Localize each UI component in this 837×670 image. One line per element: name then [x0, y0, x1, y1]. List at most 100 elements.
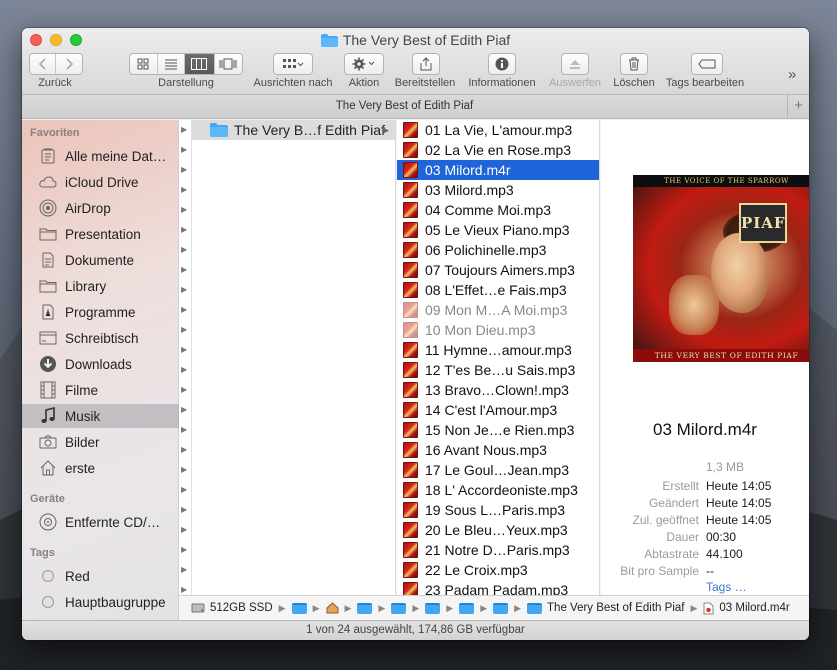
disclosure-arrow-icon[interactable]: ▶	[181, 245, 187, 254]
file-row[interactable]: 12 T'es Be…u Sais.mp3	[397, 360, 599, 380]
disclosure-arrow-icon[interactable]: ▶	[181, 385, 187, 394]
file-row[interactable]: 04 Comme Moi.mp3	[397, 200, 599, 220]
tab-title[interactable]: The Very Best of Edith Piaf	[22, 100, 787, 112]
file-row[interactable]: 02 La Vie en Rose.mp3	[397, 140, 599, 160]
file-row[interactable]: 16 Avant Nous.mp3	[397, 440, 599, 460]
disclosure-arrow-icon[interactable]: ▶	[181, 165, 187, 174]
disclosure-arrow-icon[interactable]: ▶	[181, 485, 187, 494]
sidebar-item-downloads[interactable]: Downloads	[22, 352, 179, 376]
disclosure-arrow-icon[interactable]: ▶	[181, 305, 187, 314]
disclosure-arrow-icon[interactable]: ▶	[181, 325, 187, 334]
sidebar-item-remote-disc[interactable]: Entfernte CD/…	[22, 510, 179, 534]
back-button[interactable]	[30, 54, 57, 74]
file-name: 04 Comme Moi.mp3	[425, 202, 552, 218]
disclosure-arrow-icon[interactable]: ▶	[181, 185, 187, 194]
sidebar-tag-red[interactable]: Red	[22, 564, 179, 588]
disclosure-arrow-icon[interactable]: ▶	[181, 265, 187, 274]
file-row[interactable]: 13 Bravo…Clown!.mp3	[397, 380, 599, 400]
disclosure-arrow-icon[interactable]: ▶	[181, 125, 187, 134]
disclosure-arrow-icon[interactable]: ▶	[181, 145, 187, 154]
sidebar-item-pictures[interactable]: Bilder	[22, 430, 179, 454]
icon-view-button[interactable]	[130, 54, 158, 74]
path-album-folder[interactable]: The Very Best of Edith Piaf	[527, 602, 684, 614]
disclosure-arrow-icon[interactable]: ▶	[181, 525, 187, 534]
sidebar-item-icloud[interactable]: iCloud Drive	[22, 170, 179, 194]
file-row[interactable]: 05 Le Vieux Piano.mp3	[397, 220, 599, 240]
file-row[interactable]: 03 Milord.m4r	[397, 160, 599, 180]
disclosure-arrow-icon[interactable]: ▶	[181, 365, 187, 374]
add-tags-link[interactable]: Tags …	[706, 580, 747, 594]
file-row[interactable]: 18 L' Accordeoniste.mp3	[397, 480, 599, 500]
disclosure-arrow-icon[interactable]: ▶	[181, 445, 187, 454]
column-root[interactable]: ▶ ▶ ▶ ▶ ▶ ▶ ▶ ▶ ▶ ▶ ▶ ▶ ▶ ▶ ▶ ▶ ▶ ▶ ▶ ▶ ▶ ▶ ▶ ▶	[179, 120, 192, 595]
column-view-button[interactable]	[185, 54, 215, 74]
sidebar-item-home[interactable]: erste	[22, 456, 179, 480]
path-file[interactable]: 03 Milord.m4r	[703, 602, 790, 615]
file-row[interactable]: 06 Polichinelle.mp3	[397, 240, 599, 260]
path-disk[interactable]: 512GB SSD	[191, 602, 273, 614]
path-folder-d[interactable]	[493, 602, 509, 614]
file-row[interactable]: 23 Padam Padam.mp3	[397, 580, 599, 595]
delete-button[interactable]	[620, 53, 648, 75]
disclosure-arrow-icon[interactable]: ▶	[181, 225, 187, 234]
path-music[interactable]	[357, 602, 373, 614]
disclosure-arrow-icon[interactable]: ▶	[181, 425, 187, 434]
disclosure-arrow-icon[interactable]: ▶	[181, 345, 187, 354]
sidebar-header-favorites: Favoriten	[30, 127, 80, 139]
toolbar-overflow-button[interactable]: »	[788, 66, 796, 83]
folder-row[interactable]: The Very B…f Edith Piaf ▶	[192, 120, 395, 140]
disclosure-arrow-icon[interactable]: ▶	[181, 205, 187, 214]
file-row[interactable]: 17 Le Goul…Jean.mp3	[397, 460, 599, 480]
disclosure-arrow-icon[interactable]: ▶	[181, 405, 187, 414]
forward-button[interactable]	[56, 54, 82, 74]
file-row[interactable]: 15 Non Je…e Rien.mp3	[397, 420, 599, 440]
sidebar-item-all-files[interactable]: Alle meine Dat…	[22, 144, 179, 168]
disclosure-arrow-icon[interactable]: ▶	[181, 565, 187, 574]
info-button[interactable]	[488, 53, 516, 75]
cloud-icon	[38, 173, 58, 191]
path-home[interactable]	[326, 602, 339, 614]
path-folder-a[interactable]	[391, 602, 407, 614]
file-list[interactable]: 01 La Vie, L'amour.mp3 02 La Vie en Rose.…	[397, 120, 600, 595]
column-parent[interactable]: The Very B…f Edith Piaf ▶	[192, 120, 396, 595]
sidebar-item-desktop[interactable]: Schreibtisch	[22, 326, 179, 350]
disclosure-arrow-icon[interactable]: ▶	[181, 585, 187, 594]
file-row[interactable]: 22 Le Croix.mp3	[397, 560, 599, 580]
eject-button[interactable]	[561, 53, 589, 75]
coverflow-view-button[interactable]	[215, 54, 242, 74]
sidebar-item-airdrop[interactable]: AirDrop	[22, 196, 179, 220]
file-row[interactable]: 08 L'Effet…e Fais.mp3	[397, 280, 599, 300]
disclosure-arrow-icon[interactable]: ▶	[181, 465, 187, 474]
sidebar-tag-hauptbaugruppe[interactable]: Hauptbaugruppe	[22, 590, 179, 614]
sidebar-item-movies[interactable]: Filme	[22, 378, 179, 402]
disclosure-arrow-icon[interactable]: ▶	[181, 545, 187, 554]
file-row[interactable]: 11 Hymne…amour.mp3	[397, 340, 599, 360]
file-row[interactable]: 03 Milord.mp3	[397, 180, 599, 200]
sidebar-item-library[interactable]: Library	[22, 274, 179, 298]
file-row[interactable]: 19 Sous L…Paris.mp3	[397, 500, 599, 520]
path-folder-b[interactable]	[425, 602, 441, 614]
disclosure-arrow-icon[interactable]: ▶	[181, 505, 187, 514]
action-button[interactable]	[344, 53, 384, 75]
path-users[interactable]	[291, 602, 307, 614]
file-row[interactable]: 20 Le Bleu…Yeux.mp3	[397, 520, 599, 540]
file-row[interactable]: 01 La Vie, L'amour.mp3	[397, 120, 599, 140]
disclosure-arrow-icon[interactable]: ▶	[181, 285, 187, 294]
album-art-icon	[403, 262, 418, 278]
edit-tags-button[interactable]	[691, 53, 723, 75]
file-row[interactable]: 09 Mon M…A Moi.mp3	[397, 300, 599, 320]
arrange-button[interactable]	[273, 53, 313, 75]
file-row[interactable]: 07 Toujours Aimers.mp3	[397, 260, 599, 280]
file-row[interactable]: 21 Notre D…Paris.mp3	[397, 540, 599, 560]
list-view-button[interactable]	[158, 54, 186, 74]
file-name: 06 Polichinelle.mp3	[425, 242, 547, 258]
sidebar-item-presentation[interactable]: Presentation	[22, 222, 179, 246]
sidebar-item-music[interactable]: Musik	[22, 404, 179, 428]
sidebar-item-documents[interactable]: Dokumente	[22, 248, 179, 272]
path-folder-c[interactable]	[459, 602, 475, 614]
file-row[interactable]: 10 Mon Dieu.mp3	[397, 320, 599, 340]
new-tab-button[interactable]: +	[787, 95, 809, 118]
file-row[interactable]: 14 C'est l'Amour.mp3	[397, 400, 599, 420]
sidebar-item-applications[interactable]: Programme	[22, 300, 179, 324]
share-button[interactable]	[412, 53, 440, 75]
